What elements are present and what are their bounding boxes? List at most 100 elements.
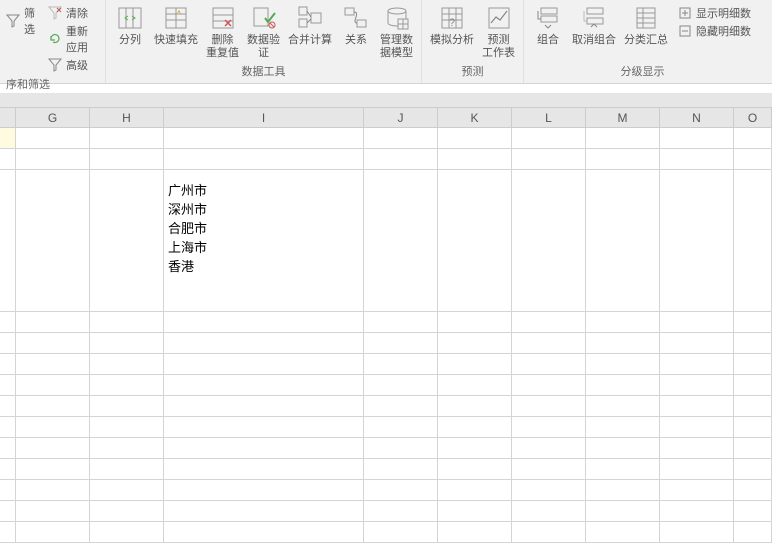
cell-K11[interactable] — [438, 459, 512, 480]
cell-J6[interactable] — [364, 354, 438, 375]
cell-L9[interactable] — [512, 417, 586, 438]
cell-J12[interactable] — [364, 480, 438, 501]
cell-M6[interactable] — [586, 354, 660, 375]
flashfill-button[interactable]: 快速填充 — [150, 2, 202, 49]
cell-K5[interactable] — [438, 333, 512, 354]
cell-M5[interactable] — [586, 333, 660, 354]
row-leading-cell[interactable] — [0, 354, 16, 375]
cell-I9[interactable] — [164, 417, 364, 438]
cell-H5[interactable] — [90, 333, 164, 354]
cell-G11[interactable] — [16, 459, 90, 480]
cell-N10[interactable] — [660, 438, 734, 459]
cell-I4[interactable] — [164, 312, 364, 333]
cell-M10[interactable] — [586, 438, 660, 459]
cell-H3[interactable] — [90, 170, 164, 312]
cell-H12[interactable] — [90, 480, 164, 501]
cell-L6[interactable] — [512, 354, 586, 375]
row-leading-cell[interactable] — [0, 170, 16, 312]
cell-K8[interactable] — [438, 396, 512, 417]
cell-I7[interactable] — [164, 375, 364, 396]
forecastsheet-button[interactable]: 预测 工作表 — [478, 2, 519, 62]
cell-G3[interactable] — [16, 170, 90, 312]
cell-O12[interactable] — [734, 480, 772, 501]
cell-M4[interactable] — [586, 312, 660, 333]
cell-M7[interactable] — [586, 375, 660, 396]
cell-O5[interactable] — [734, 333, 772, 354]
cell-H4[interactable] — [90, 312, 164, 333]
cell-O9[interactable] — [734, 417, 772, 438]
cell-I10[interactable] — [164, 438, 364, 459]
filter-button[interactable]: 筛选 — [4, 4, 38, 38]
col-header-G[interactable]: G — [16, 108, 90, 127]
cell-I6[interactable] — [164, 354, 364, 375]
removedupes-button[interactable]: 删除 重复值 — [202, 2, 243, 62]
cell-K4[interactable] — [438, 312, 512, 333]
cell-K3[interactable] — [438, 170, 512, 312]
cell-M13[interactable] — [586, 501, 660, 522]
cell-M12[interactable] — [586, 480, 660, 501]
cell-G1[interactable] — [16, 128, 90, 149]
cell-N3[interactable] — [660, 170, 734, 312]
cell-N11[interactable] — [660, 459, 734, 480]
cell-O6[interactable] — [734, 354, 772, 375]
cell-L8[interactable] — [512, 396, 586, 417]
cell-L13[interactable] — [512, 501, 586, 522]
cell-N4[interactable] — [660, 312, 734, 333]
cell-L12[interactable] — [512, 480, 586, 501]
cell-M11[interactable] — [586, 459, 660, 480]
cell-I13[interactable] — [164, 501, 364, 522]
cell-L4[interactable] — [512, 312, 586, 333]
col-header-I[interactable]: I — [164, 108, 364, 127]
row-leading-cell[interactable] — [0, 480, 16, 501]
whatif-button[interactable]: ? 模拟分析 — [426, 2, 478, 49]
cell-K12[interactable] — [438, 480, 512, 501]
corner-cell[interactable] — [0, 108, 16, 127]
validation-button[interactable]: 数据验 证 — [243, 2, 284, 62]
cell-G10[interactable] — [16, 438, 90, 459]
cell-J3[interactable] — [364, 170, 438, 312]
cell-I11[interactable] — [164, 459, 364, 480]
cell-O10[interactable] — [734, 438, 772, 459]
cell-M2[interactable] — [586, 149, 660, 170]
row-leading-cell[interactable] — [0, 501, 16, 522]
cell-M3[interactable] — [586, 170, 660, 312]
cell-N7[interactable] — [660, 375, 734, 396]
datamodel-button[interactable]: 管理数 据模型 — [376, 2, 417, 62]
spreadsheet-grid[interactable]: G H I J K L M N O 广州市深州市合肥市上海市香港 — [0, 108, 772, 543]
cell-J11[interactable] — [364, 459, 438, 480]
cell-I8[interactable] — [164, 396, 364, 417]
cell-I3[interactable]: 广州市深州市合肥市上海市香港 — [164, 170, 364, 312]
col-header-M[interactable]: M — [586, 108, 660, 127]
cell-G7[interactable] — [16, 375, 90, 396]
clear-button[interactable]: 清除 — [46, 4, 97, 22]
cell-K2[interactable] — [438, 149, 512, 170]
cell-O7[interactable] — [734, 375, 772, 396]
cell-L10[interactable] — [512, 438, 586, 459]
cell-H8[interactable] — [90, 396, 164, 417]
cell-G12[interactable] — [16, 480, 90, 501]
cell-G2[interactable] — [16, 149, 90, 170]
cell-N1[interactable] — [660, 128, 734, 149]
col-header-O[interactable]: O — [734, 108, 772, 127]
col-header-J[interactable]: J — [364, 108, 438, 127]
cell-K6[interactable] — [438, 354, 512, 375]
reapply-button[interactable]: 重新应用 — [46, 22, 97, 56]
ungroup-button[interactable]: 取消组合 — [568, 2, 620, 49]
cell-G6[interactable] — [16, 354, 90, 375]
cell-O13[interactable] — [734, 501, 772, 522]
cell-H9[interactable] — [90, 417, 164, 438]
cell-N6[interactable] — [660, 354, 734, 375]
cell-H1[interactable] — [90, 128, 164, 149]
cell-J5[interactable] — [364, 333, 438, 354]
cell-N12[interactable] — [660, 480, 734, 501]
consolidate-button[interactable]: 合并计算 — [284, 2, 336, 49]
row-leading-cell[interactable] — [0, 375, 16, 396]
cell-N5[interactable] — [660, 333, 734, 354]
col-header-N[interactable]: N — [660, 108, 734, 127]
cell-M1[interactable] — [586, 128, 660, 149]
cell-O4[interactable] — [734, 312, 772, 333]
cell-L2[interactable] — [512, 149, 586, 170]
cell-M8[interactable] — [586, 396, 660, 417]
texttocolumns-button[interactable]: 分列 — [110, 2, 150, 49]
cell-G5[interactable] — [16, 333, 90, 354]
